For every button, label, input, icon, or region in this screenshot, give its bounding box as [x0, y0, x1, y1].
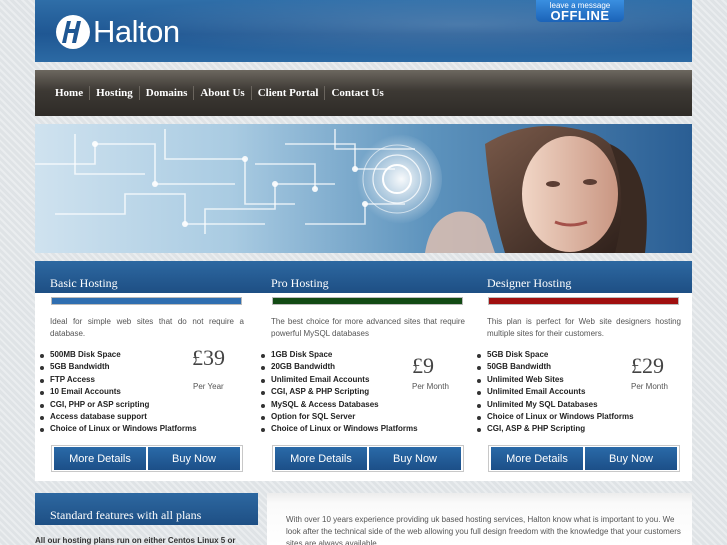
- plan-feature-list: 5GB Disk Space 50GB Bandwidth Unlimited …: [476, 349, 634, 436]
- plan-price: £9: [412, 353, 434, 378]
- nav-domains[interactable]: Domains: [138, 86, 194, 100]
- plan-color-bar: [51, 297, 242, 305]
- plan-feature: Choice of Linux or Windows Platforms: [476, 411, 634, 423]
- more-details-button[interactable]: More Details: [54, 447, 146, 470]
- standard-features-title: Standard features with all plans: [50, 508, 202, 522]
- more-details-button[interactable]: More Details: [491, 447, 583, 470]
- plan-button-group: More Details Buy Now: [272, 445, 464, 472]
- nav-home[interactable]: Home: [49, 86, 89, 100]
- nav-client-portal[interactable]: Client Portal: [250, 86, 325, 100]
- plan-button-group: More Details Buy Now: [488, 445, 680, 472]
- plan-card-basic: Basic Hosting Ideal for simple web sites…: [35, 261, 254, 481]
- standard-features-header: Standard features with all plans: [35, 493, 258, 525]
- plan-color-bar: [272, 297, 463, 305]
- plan-feature: Choice of Linux or Windows Platforms: [260, 423, 418, 435]
- status-big-text: OFFLINE: [550, 8, 610, 23]
- plan-feature: 10 Email Accounts: [39, 386, 197, 398]
- more-details-button[interactable]: More Details: [275, 447, 367, 470]
- plan-feature: Unlimited Email Accounts: [476, 386, 634, 398]
- nav-contact-us[interactable]: Contact Us: [324, 86, 389, 100]
- plan-feature-list: 1GB Disk Space 20GB Bandwidth Unlimited …: [260, 349, 418, 436]
- plan-feature: Choice of Linux or Windows Platforms: [39, 423, 197, 435]
- plan-price: £29: [631, 353, 664, 378]
- plan-title: Pro Hosting: [271, 276, 329, 290]
- plan-feature-list: 500MB Disk Space 5GB Bandwidth FTP Acces…: [39, 349, 197, 436]
- plan-title: Basic Hosting: [50, 276, 118, 290]
- logo[interactable]: Halton: [55, 14, 180, 50]
- hosting-plans-section: Basic Hosting Ideal for simple web sites…: [35, 261, 692, 481]
- standard-features-text: All our hosting plans run on either Cent…: [35, 536, 236, 545]
- plan-feature: 50GB Bandwidth: [476, 361, 634, 373]
- main-nav: Home Hosting Domains About Us Client Por…: [35, 70, 692, 116]
- logo-text: Halton: [93, 14, 180, 49]
- about-panel: With over 10 years experience providing …: [267, 493, 692, 545]
- plan-feature: CGI, ASP & PHP Scripting: [476, 423, 634, 435]
- plan-price-period: Per Month: [631, 382, 668, 391]
- plan-description: The best choice for more advanced sites …: [271, 317, 465, 338]
- plan-feature: MySQL & Access Databases: [260, 399, 418, 411]
- plan-feature: 5GB Bandwidth: [39, 361, 197, 373]
- plan-price-period: Per Month: [412, 382, 449, 391]
- plan-card-designer: Designer Hosting This plan is perfect fo…: [472, 261, 691, 481]
- plan-price: £39: [192, 345, 225, 370]
- plan-feature: FTP Access: [39, 374, 197, 386]
- plan-feature: 20GB Bandwidth: [260, 361, 418, 373]
- buy-now-button[interactable]: Buy Now: [148, 447, 240, 470]
- plan-feature: Access database support: [39, 411, 197, 423]
- plan-title: Designer Hosting: [487, 276, 572, 290]
- halton-logo-icon: [56, 15, 90, 49]
- site-header: Halton leave a message OFFLINE: [35, 0, 692, 62]
- nav-hosting[interactable]: Hosting: [89, 86, 139, 100]
- plan-description: This plan is perfect for Web site design…: [487, 317, 681, 338]
- plan-price-period: Per Year: [193, 382, 224, 391]
- hero-banner-image: [35, 126, 647, 253]
- plan-feature: CGI, PHP or ASP scripting: [39, 399, 197, 411]
- about-text: With over 10 years experience providing …: [286, 515, 681, 545]
- plan-button-group: More Details Buy Now: [51, 445, 243, 472]
- live-chat-status-button[interactable]: leave a message OFFLINE: [536, 0, 624, 22]
- plan-feature: Unlimited My SQL Databases: [476, 399, 634, 411]
- plan-feature: 5GB Disk Space: [476, 349, 634, 361]
- buy-now-button[interactable]: Buy Now: [369, 447, 461, 470]
- plan-feature: Unlimited Web Sites: [476, 374, 634, 386]
- plan-color-bar: [488, 297, 679, 305]
- hero-banner: [35, 124, 692, 253]
- plan-feature: 1GB Disk Space: [260, 349, 418, 361]
- plan-feature: 500MB Disk Space: [39, 349, 197, 361]
- plan-feature: Unlimited Email Accounts: [260, 374, 418, 386]
- buy-now-button[interactable]: Buy Now: [585, 447, 677, 470]
- plan-feature: Option for SQL Server: [260, 411, 418, 423]
- nav-about-us[interactable]: About Us: [193, 86, 250, 100]
- plan-feature: CGI, ASP & PHP Scripting: [260, 386, 418, 398]
- plan-description: Ideal for simple web sites that do not r…: [50, 317, 244, 338]
- plan-card-pro: Pro Hosting The best choice for more adv…: [256, 261, 475, 481]
